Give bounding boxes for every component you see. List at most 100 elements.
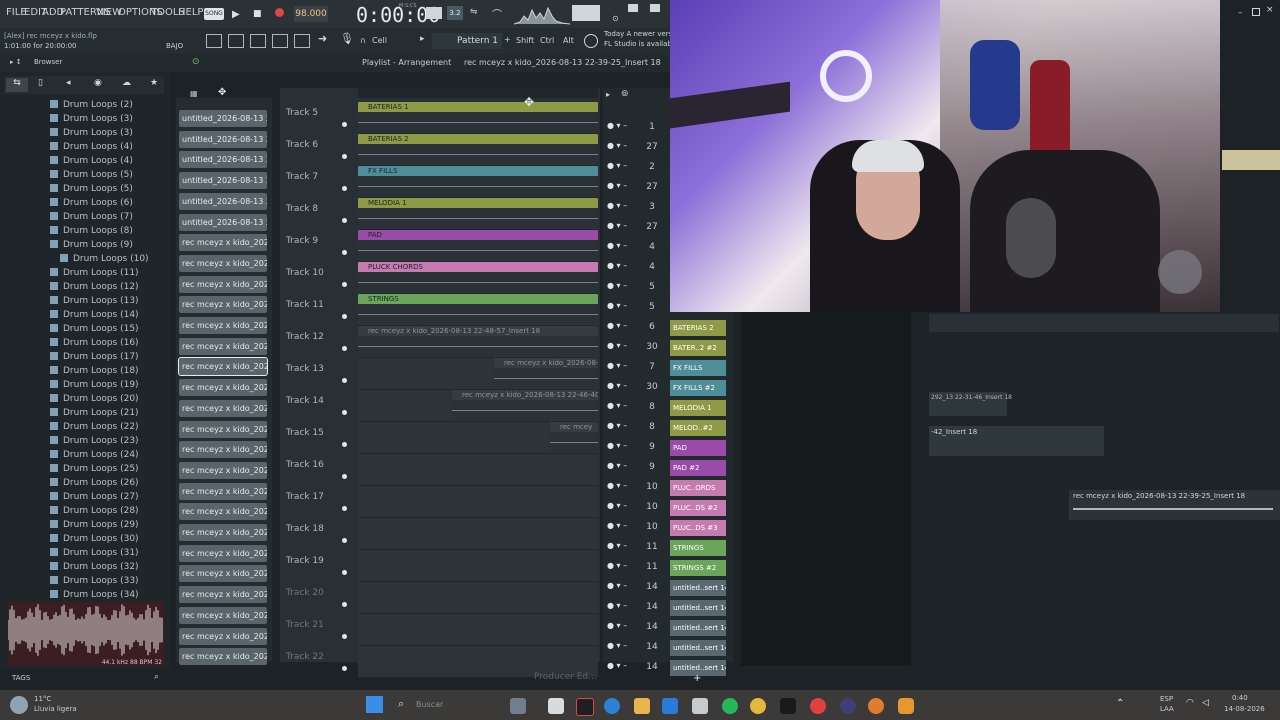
track-mute-dot[interactable] [342,538,347,543]
insert-number[interactable]: 27 [641,142,663,152]
channel-button[interactable]: rec mceyz x kido_2026-0... [179,296,267,314]
track-mute-dot[interactable] [342,122,347,127]
weather-temp[interactable]: 11°C [34,695,51,703]
close-icon[interactable]: × [1266,5,1274,15]
track-label[interactable]: Track 21 [286,620,324,630]
mixer-insert-button[interactable]: untitled..sert 14 [670,620,726,636]
lang-1[interactable]: ESP [1160,695,1173,703]
mixer-insert-button[interactable]: STRINGS [670,540,726,556]
mixer-insert-button[interactable]: FX FILLS [670,360,726,376]
mixer-insert-button[interactable]: untitled..sert 14 [670,580,726,596]
mixer-route-row[interactable]: ● ▾ – 9 PAD [603,438,733,458]
track-mute-dot[interactable] [342,282,347,287]
mixer-route-row[interactable]: ● ▾ – 11 STRINGS [603,538,733,558]
weather-icon[interactable] [10,696,28,714]
route-controls-icon[interactable]: ● ▾ – [607,281,627,290]
wait-input-icon[interactable]: ⇋ [470,7,478,17]
route-controls-icon[interactable]: ● ▾ – [607,501,627,510]
clock-date[interactable]: 14-08-2026 [1224,705,1265,713]
track-row[interactable] [358,582,598,614]
route-controls-icon[interactable]: ● ▾ – [607,121,627,130]
track-mute-dot[interactable] [342,250,347,255]
browser-item[interactable]: Drum Loops (10) [60,254,149,264]
channel-button[interactable]: rec mceyz x kido_2026-0... [178,357,268,377]
mixer-insert-button[interactable]: untitled..sert 14 [670,640,726,656]
channel-button[interactable]: untitled_2026-08-13 22-... [179,110,267,127]
track-label[interactable]: Track 9 [286,236,318,246]
route-controls-icon[interactable]: ● ▾ – [607,381,627,390]
route-controls-icon[interactable]: ● ▾ – [607,661,627,670]
route-controls-icon[interactable]: ● ▾ – [607,441,627,450]
mixer-insert-button[interactable]: PLUC..DS #3 [670,520,726,536]
insert-number[interactable]: 8 [641,422,663,432]
channel-button[interactable]: rec mceyz x kido_2026-0... [179,606,267,624]
insert-number[interactable]: 11 [641,542,663,552]
route-controls-icon[interactable]: ● ▾ – [607,541,627,550]
browser-item[interactable]: Drum Loops (13) [50,296,139,306]
mixer-insert-button[interactable]: BATERIAS 2 [670,320,726,336]
browser-arrows-icon[interactable]: ▸ ↕ [10,58,22,66]
browser-item[interactable]: Drum Loops (9) [50,240,133,250]
route-controls-icon[interactable]: ● ▾ – [607,561,627,570]
channel-button[interactable]: rec mceyz x kido_2026-0... [179,524,267,541]
insert-number[interactable]: 5 [641,302,663,312]
track-row[interactable] [358,614,598,646]
insert-number[interactable]: 8 [641,402,663,412]
mixer-route-row[interactable]: ● ▾ – 30 BATER..2 #2 [603,338,733,358]
browser-item[interactable]: Drum Loops (28) [50,506,139,516]
window-icon-2[interactable] [650,4,660,12]
route-controls-icon[interactable]: ● ▾ – [607,161,627,170]
browser-item[interactable]: Drum Loops (3) [50,128,133,138]
arrow-right-icon[interactable]: ➜ [318,32,327,45]
track-row[interactable] [358,454,598,486]
piano-roll-icon[interactable] [250,34,266,48]
track-mute-dot[interactable] [342,314,347,319]
minimize-icon[interactable]: – [1238,8,1243,18]
playlist-clip[interactable]: rec mceyz x kido_2026-08-13 22-48-57_Ins… [358,326,598,356]
insert-number[interactable]: 14 [641,622,663,632]
track-mute-dot[interactable] [342,154,347,159]
pattern-prev-icon[interactable]: ▸ [420,34,425,44]
track-label[interactable]: Track 16 [286,460,324,470]
track-row[interactable]: rec mceyz x kido_2026-08-13 22-48-57_Ins… [358,326,598,358]
track-row[interactable]: FX FILLS [358,166,598,198]
route-controls-icon[interactable]: ● ▾ – [607,361,627,370]
channel-rack-icon[interactable] [272,34,288,48]
mixer-route-row[interactable]: ● ▾ – 14 untitled..sert 14 [603,638,733,658]
playlist-clip[interactable]: PAD [358,230,598,260]
mixer-route-row[interactable]: ● ▾ – 30 FX FILLS #2 [603,378,733,398]
snap-value[interactable]: Cell [372,36,387,45]
browser-item[interactable]: Drum Loops (27) [50,492,139,502]
route-controls-icon[interactable]: ● ▾ – [607,321,627,330]
browser-item[interactable]: Drum Loops (20) [50,394,139,404]
track-label[interactable]: Track 22 [286,652,324,662]
insert-number[interactable]: 4 [641,262,663,272]
edge-icon[interactable] [604,698,620,714]
route-controls-icon[interactable]: ● ▾ – [607,401,627,410]
track-label[interactable]: Track 6 [286,140,318,150]
track-row[interactable]: MELODIA 1 [358,198,598,230]
insert-number[interactable]: 14 [641,582,663,592]
browser-item[interactable]: Drum Loops (8) [50,226,133,236]
track-row[interactable]: PAD [358,230,598,262]
insert-number[interactable]: 27 [641,222,663,232]
browser-item[interactable]: Drum Loops (29) [50,520,139,530]
insert-number[interactable]: 5 [641,282,663,292]
route-controls-icon[interactable]: ● ▾ – [607,461,627,470]
mixer-route-row[interactable]: ● ▾ – 9 PAD #2 [603,458,733,478]
track-row[interactable]: BATERIAS 1 [358,102,598,134]
track-row[interactable] [358,550,598,582]
channel-button[interactable]: rec mceyz x kido_2026-0... [179,565,267,583]
track-row[interactable]: PLUCK CHORDS [358,262,598,294]
track-row[interactable]: rec mcey [358,422,598,454]
insert-number[interactable]: 30 [641,382,663,392]
playlist-clip[interactable]: MELODIA 1 [358,198,598,228]
alt-key[interactable]: Alt [563,36,574,45]
mixer-route-row[interactable]: ● ▾ – 14 untitled..sert 14 [603,578,733,598]
task-view-icon[interactable] [548,698,564,714]
capcut-icon[interactable] [780,698,796,714]
lang-2[interactable]: LAA [1160,705,1174,713]
channel-button[interactable]: untitled_2026-08-13 22-... [179,130,267,148]
online-icon[interactable]: ⊙ [612,14,619,23]
chrome-icon-2[interactable] [868,698,884,714]
